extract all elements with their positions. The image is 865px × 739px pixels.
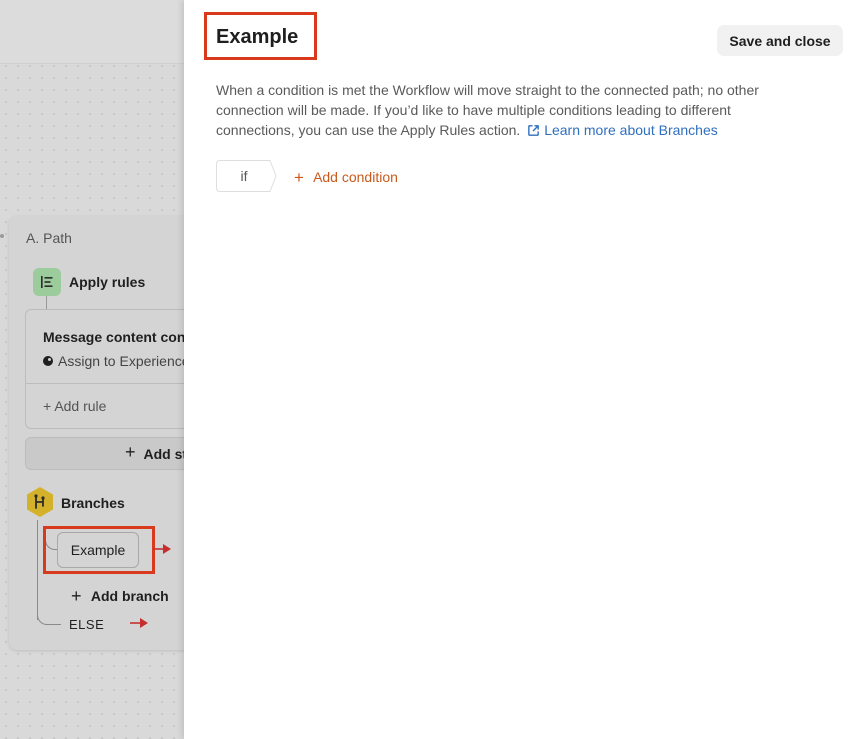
plus-icon: +	[125, 442, 136, 462]
connection-dot	[0, 234, 4, 238]
branches-hexagon-icon	[27, 487, 53, 517]
add-step-button[interactable]: + Add step	[25, 437, 195, 470]
if-chip: if	[216, 160, 277, 192]
add-condition-label: Add condition	[313, 169, 398, 185]
rule-action-label: Assign to Experience	[58, 353, 190, 369]
else-label[interactable]: ELSE	[69, 617, 104, 632]
add-branch-button[interactable]: + Add branch	[71, 585, 169, 606]
highlight-box	[204, 12, 317, 60]
branches-title[interactable]: Branches	[61, 495, 125, 511]
save-and-close-button[interactable]: Save and close	[717, 25, 843, 56]
branch-settings-panel: Example Save and close When a condition …	[184, 0, 865, 739]
rule-action: Assign to Experience	[43, 353, 190, 369]
canvas-toolbar	[0, 0, 185, 64]
if-label: if	[240, 168, 248, 184]
plus-icon: +	[71, 586, 82, 606]
rule-title[interactable]: Message content contains	[43, 329, 194, 345]
highlight-box	[43, 526, 155, 574]
plus-icon: +	[294, 168, 304, 187]
add-condition-button[interactable]: + Add condition	[294, 167, 398, 187]
add-rule-label: Add rule	[54, 398, 107, 414]
external-link-icon	[528, 125, 540, 136]
add-branch-label: Add branch	[90, 588, 169, 604]
apply-rules-title[interactable]: Apply rules	[69, 274, 145, 290]
experience-icon	[43, 356, 53, 366]
arrow-right-icon	[130, 618, 148, 628]
add-rule-button[interactable]: + Add rule	[43, 398, 106, 414]
learn-more-link[interactable]: Learn more about Branches	[524, 122, 718, 138]
arrow-right-icon	[153, 544, 171, 554]
rules-connector	[46, 296, 47, 310]
plus-icon: +	[43, 398, 52, 414]
rules-box: Message content contains Assign to Exper…	[25, 309, 195, 429]
rules-list-icon	[33, 268, 61, 296]
panel-description: When a condition is met the Workflow wil…	[216, 80, 806, 140]
tree-line	[37, 605, 61, 625]
divider	[26, 383, 194, 384]
learn-more-label: Learn more about Branches	[544, 122, 718, 138]
path-label: A. Path	[26, 230, 72, 246]
